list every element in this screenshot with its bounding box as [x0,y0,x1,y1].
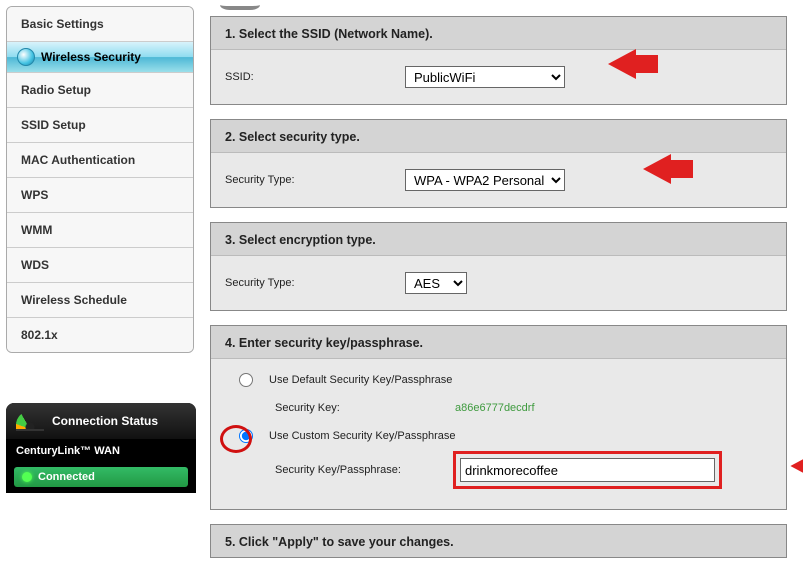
passphrase-label: Security Key/Passphrase: [275,464,435,476]
default-key-label: Use Default Security Key/Passphrase [269,374,452,386]
sidebar-item-wds[interactable]: WDS [7,248,193,283]
sec-key-label: Security Key: [275,402,435,414]
section-passphrase: 4. Enter security key/passphrase. Use De… [210,325,787,510]
section-3-header: 3. Select encryption type. [211,223,786,255]
default-key-value: a86e6777decdrf [435,402,535,414]
section-encryption: 3. Select encryption type. Security Type… [210,222,787,311]
gauge-icon [16,411,44,431]
section-ssid: 1. Select the SSID (Network Name). SSID:… [210,16,787,105]
sidebar-item-ssid[interactable]: SSID Setup [7,108,193,143]
connection-status-box: Connection Status CenturyLink™ WAN Conne… [6,403,196,493]
annotation-arrow-icon [608,49,636,79]
encryption-type-label: Security Type: [225,277,405,289]
annotation-arrow-icon [643,154,671,184]
sidebar-item-wmm[interactable]: WMM [7,213,193,248]
passphrase-highlight [453,451,722,489]
sidebar-item-schedule[interactable]: Wireless Schedule [7,283,193,318]
status-dot-icon [22,472,32,482]
sidebar-item-mac[interactable]: MAC Authentication [7,143,193,178]
sidebar-item-basic[interactable]: Basic Settings [7,7,193,42]
section-1-header: 1. Select the SSID (Network Name). [211,17,786,49]
ssid-select[interactable]: PublicWiFi [405,66,565,88]
sidebar-item-wireless-security[interactable]: Wireless Security [7,42,193,73]
ssid-label: SSID: [225,71,405,83]
status-title: Connection Status [52,414,158,428]
sidebar-item-radio[interactable]: Radio Setup [7,73,193,108]
sidebar-item-wps[interactable]: WPS [7,178,193,213]
section-4-header: 4. Enter security key/passphrase. [211,326,786,358]
custom-key-label: Use Custom Security Key/Passphrase [269,430,455,442]
connection-state: Connected [14,467,188,487]
annotation-arrow-icon [790,445,803,487]
wan-label: CenturyLink™ WAN [6,439,196,463]
default-key-radio[interactable] [239,373,253,387]
sidebar-nav: Basic Settings Wireless Security Radio S… [6,6,194,353]
section-security-type: 2. Select security type. Security Type: … [210,119,787,208]
encryption-select[interactable]: AES [405,272,467,294]
security-type-select[interactable]: WPA - WPA2 Personal [405,169,565,191]
header-logo-fragment [220,0,260,10]
annotation-circle-icon [220,425,252,453]
sidebar-item-8021x[interactable]: 802.1x [7,318,193,352]
globe-icon [17,48,35,66]
sidebar-item-label: Wireless Security [41,50,141,64]
section-2-header: 2. Select security type. [211,120,786,152]
passphrase-input[interactable] [460,458,715,482]
security-type-label: Security Type: [225,174,405,186]
section-apply: 5. Click "Apply" to save your changes. [210,524,787,558]
section-5-header: 5. Click "Apply" to save your changes. [211,525,786,557]
status-state-text: Connected [38,471,95,483]
